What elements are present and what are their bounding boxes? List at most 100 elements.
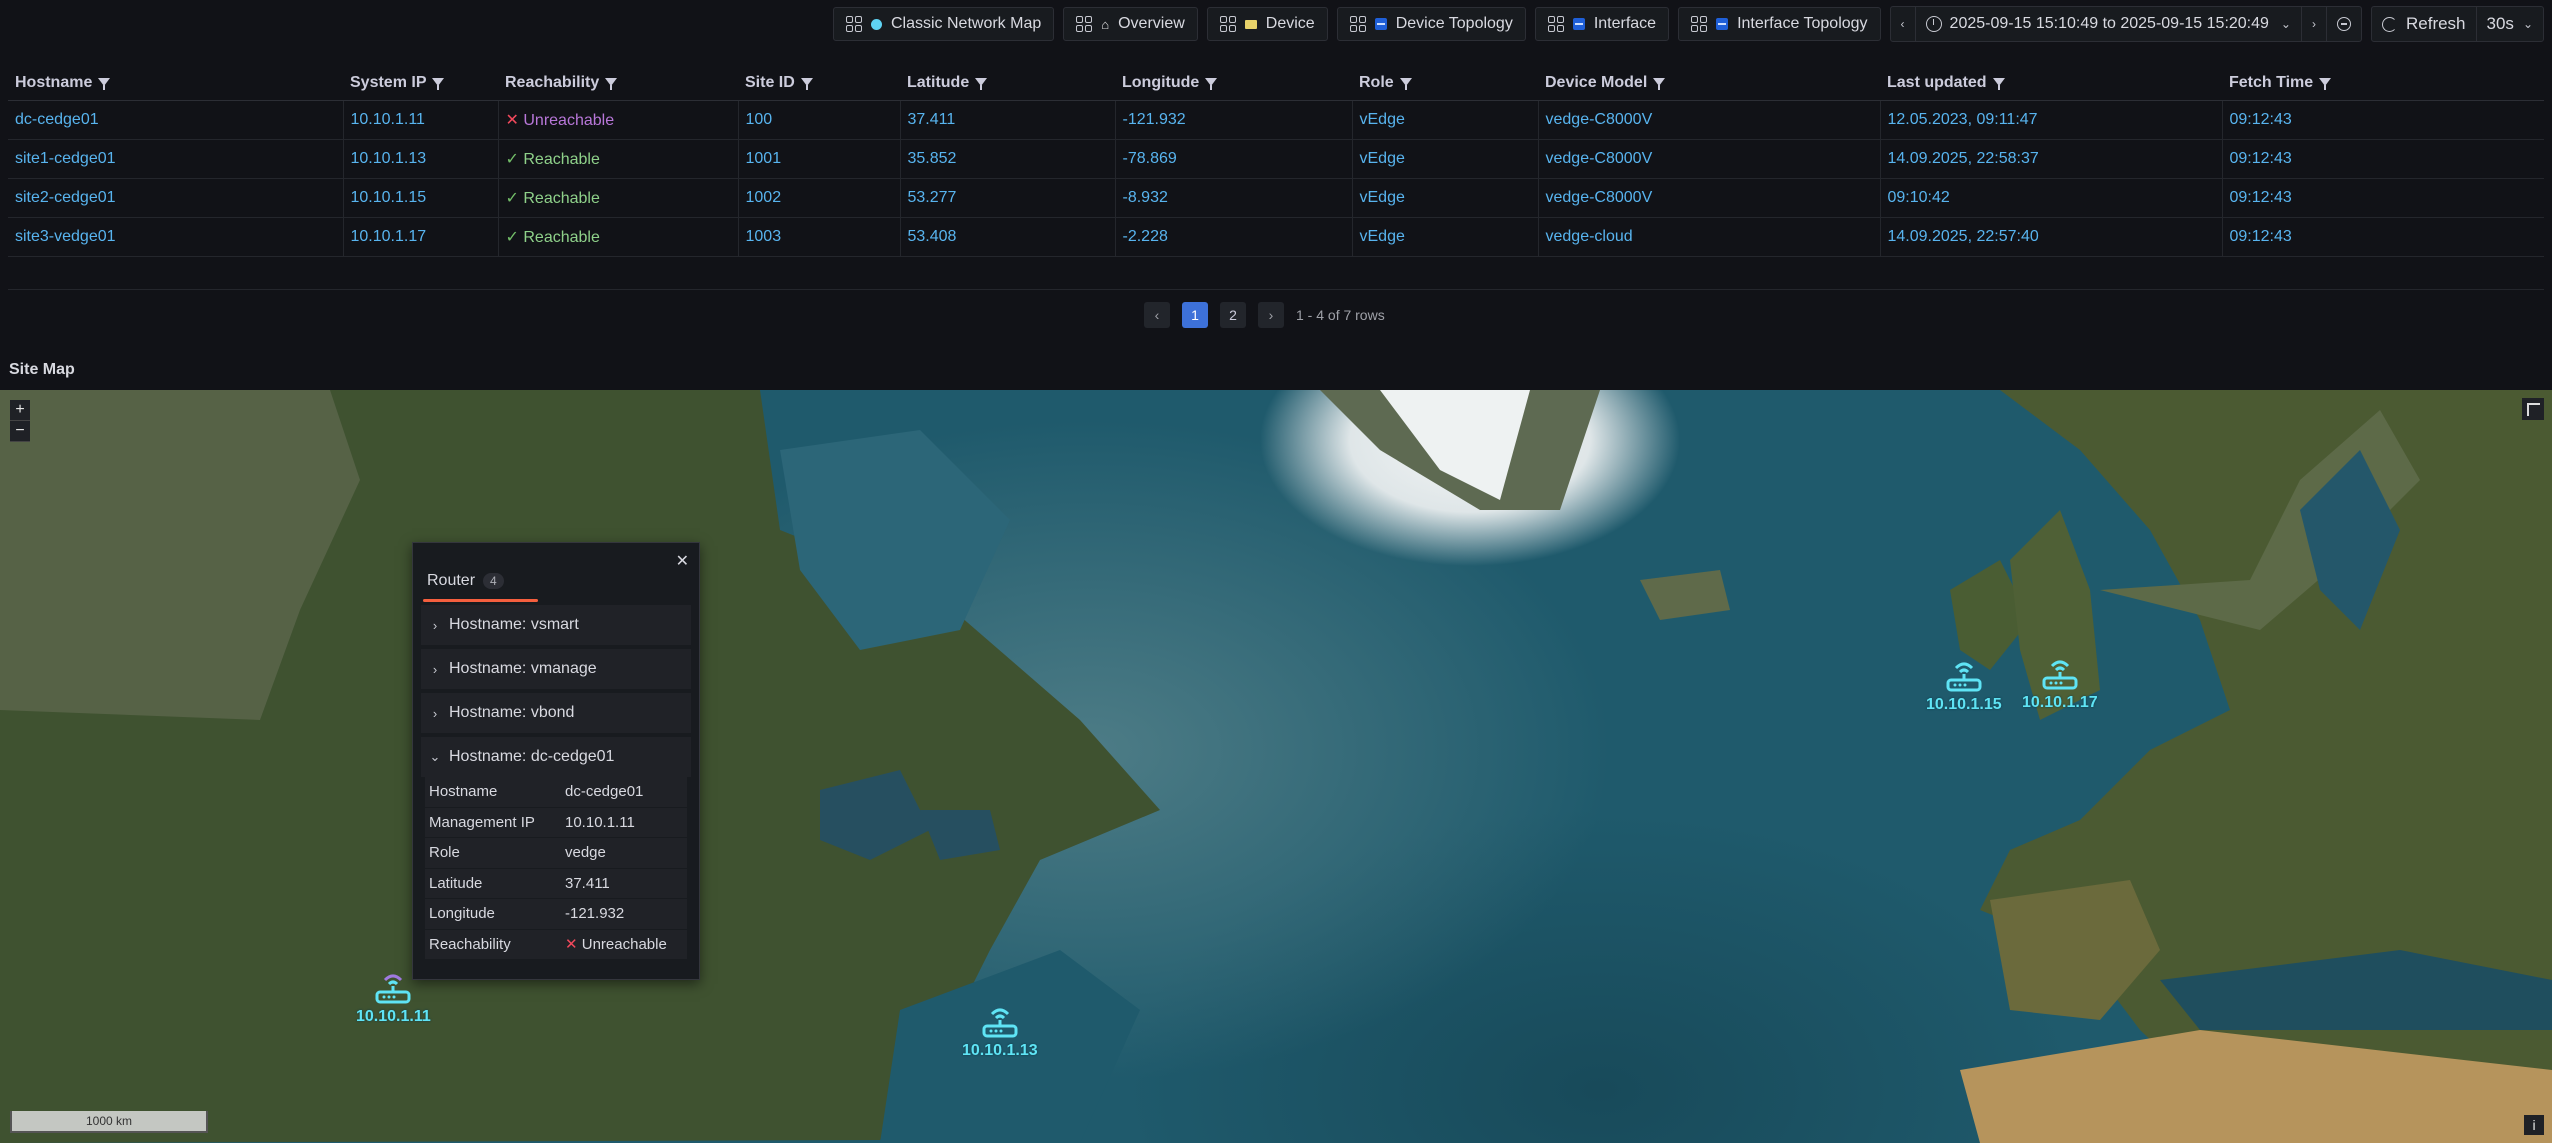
- column-header-reachability[interactable]: Reachability: [498, 66, 738, 101]
- accordion-label: Hostname: vmanage: [449, 660, 597, 677]
- accordion-item-dc-cedge01[interactable]: ⌄ Hostname: dc-cedge01: [421, 737, 691, 778]
- cell-last-updated[interactable]: 14.09.2025, 22:58:37: [1879, 139, 2222, 179]
- cell-latitude[interactable]: 37.411: [899, 100, 1115, 140]
- cell-longitude[interactable]: -8.932: [1114, 178, 1352, 218]
- cell-system-ip[interactable]: 10.10.1.15: [342, 178, 498, 218]
- link-device-topology[interactable]: Device Topology: [1336, 7, 1526, 41]
- page-button-1[interactable]: 1: [1182, 302, 1208, 328]
- info-icon[interactable]: i: [2524, 1115, 2544, 1135]
- filter-icon[interactable]: [605, 78, 618, 90]
- layers-icon[interactable]: [2522, 398, 2544, 420]
- router-marker[interactable]: 10.10.1.15: [1926, 652, 2002, 714]
- cell-hostname[interactable]: site1-cedge01: [8, 139, 343, 179]
- cell-fetch-time[interactable]: 09:12:43: [2221, 217, 2544, 257]
- filter-icon[interactable]: [432, 78, 445, 90]
- cell-latitude[interactable]: 53.277: [899, 178, 1115, 218]
- reachability-label: Unreachable: [523, 112, 615, 129]
- cell-latitude[interactable]: 53.408: [899, 217, 1115, 257]
- cell-latitude[interactable]: 35.852: [899, 139, 1115, 179]
- cell-site-id[interactable]: 100: [737, 100, 900, 140]
- check-icon: ✓: [505, 229, 524, 246]
- refresh-interval-select[interactable]: 30s ⌄: [2475, 7, 2543, 41]
- link-classic-network-map[interactable]: Classic Network Map: [832, 7, 1055, 41]
- x-icon: ✕: [505, 112, 524, 129]
- close-icon[interactable]: ✕: [676, 551, 689, 571]
- detail-row: Latitude 37.411: [425, 868, 687, 899]
- refresh-icon: [2381, 16, 2397, 32]
- check-icon: ✓: [505, 151, 524, 168]
- map-zoom-controls: + −: [10, 400, 30, 442]
- cell-system-ip[interactable]: 10.10.1.13: [342, 139, 498, 179]
- zoom-out-time-button[interactable]: [2325, 7, 2361, 41]
- cell-device-model[interactable]: vedge-C8000V: [1537, 100, 1880, 140]
- cell-fetch-time[interactable]: 09:12:43: [2221, 178, 2544, 218]
- cell-longitude[interactable]: -121.932: [1114, 100, 1352, 140]
- filter-icon[interactable]: [1992, 78, 2005, 90]
- filter-icon[interactable]: [800, 78, 813, 90]
- filter-icon[interactable]: [1205, 78, 1218, 90]
- link-device[interactable]: Device: [1206, 7, 1328, 41]
- column-header-role[interactable]: Role: [1352, 66, 1538, 101]
- site-map[interactable]: + − 1000 km i 10.10.1.15 10.10.1.17 10.1…: [0, 390, 2552, 1143]
- cell-hostname[interactable]: site3-vedge01: [8, 217, 343, 257]
- column-header-latitude[interactable]: Latitude: [900, 66, 1115, 101]
- column-header-last-updated[interactable]: Last updated: [1880, 66, 2222, 101]
- filter-icon[interactable]: [1653, 78, 1666, 90]
- cell-last-updated[interactable]: 12.05.2023, 09:11:47: [1879, 100, 2222, 140]
- cell-fetch-time[interactable]: 09:12:43: [2221, 139, 2544, 179]
- house-icon: ⌂: [1101, 16, 1110, 32]
- zoom-in-button[interactable]: +: [10, 400, 30, 421]
- cell-device-model[interactable]: vedge-C8000V: [1537, 178, 1880, 218]
- accordion-item-vbond[interactable]: › Hostname: vbond: [421, 693, 691, 734]
- router-marker[interactable]: 10.10.1.13: [962, 998, 1038, 1060]
- column-header-hostname[interactable]: Hostname: [8, 66, 343, 101]
- popup-tab-router[interactable]: Router 4: [427, 565, 504, 597]
- time-range-button[interactable]: 2025-09-15 15:10:49 to 2025-09-15 15:20:…: [1914, 7, 2301, 41]
- link-overview[interactable]: ⌂ Overview: [1063, 7, 1198, 41]
- map-background: [0, 390, 2552, 1143]
- cell-site-id[interactable]: 1002: [737, 178, 900, 218]
- cell-site-id[interactable]: 1003: [737, 217, 900, 257]
- table-row: site2-cedge01 10.10.1.15 ✓ Reachable 100…: [8, 178, 2544, 218]
- cell-system-ip[interactable]: 10.10.1.17: [342, 217, 498, 257]
- topology-icon: [1374, 18, 1387, 30]
- link-interface-topology[interactable]: Interface Topology: [1678, 7, 1881, 41]
- filter-icon[interactable]: [975, 78, 988, 90]
- cell-system-ip[interactable]: 10.10.1.11: [342, 100, 498, 140]
- cell-device-model[interactable]: vedge-cloud: [1537, 217, 1880, 257]
- cell-last-updated[interactable]: 14.09.2025, 22:57:40: [1879, 217, 2222, 257]
- device-icon: [1244, 19, 1257, 29]
- cell-longitude[interactable]: -2.228: [1114, 217, 1352, 257]
- prev-page-button[interactable]: ‹: [1144, 302, 1170, 328]
- next-page-button[interactable]: ›: [1258, 302, 1284, 328]
- cell-role[interactable]: vEdge: [1351, 139, 1538, 179]
- cell-role[interactable]: vEdge: [1351, 100, 1538, 140]
- cell-last-updated[interactable]: 09:10:42: [1879, 178, 2222, 218]
- refresh-button[interactable]: Refresh: [2372, 7, 2476, 41]
- column-header-longitude[interactable]: Longitude: [1115, 66, 1352, 101]
- time-back-button[interactable]: ‹: [1891, 7, 1915, 41]
- accordion-item-vsmart[interactable]: › Hostname: vsmart: [421, 605, 691, 646]
- router-marker[interactable]: 10.10.1.17: [2022, 650, 2098, 712]
- filter-icon[interactable]: [98, 78, 111, 90]
- cell-hostname[interactable]: site2-cedge01: [8, 178, 343, 218]
- page-button-2[interactable]: 2: [1220, 302, 1246, 328]
- cell-fetch-time[interactable]: 09:12:43: [2221, 100, 2544, 140]
- cell-site-id[interactable]: 1001: [737, 139, 900, 179]
- cell-longitude[interactable]: -78.869: [1114, 139, 1352, 179]
- map-scale-bar: 1000 km: [10, 1111, 208, 1133]
- cell-role[interactable]: vEdge: [1351, 217, 1538, 257]
- zoom-out-button[interactable]: −: [10, 421, 30, 442]
- column-header-site-id[interactable]: Site ID: [738, 66, 900, 101]
- filter-icon[interactable]: [2319, 78, 2332, 90]
- filter-icon[interactable]: [1399, 78, 1412, 90]
- cell-hostname[interactable]: dc-cedge01: [8, 100, 343, 140]
- link-interface[interactable]: Interface: [1534, 7, 1670, 41]
- time-forward-button[interactable]: ›: [2300, 7, 2326, 41]
- column-header-system-ip[interactable]: System IP: [343, 66, 498, 101]
- accordion-item-vmanage[interactable]: › Hostname: vmanage: [421, 649, 691, 690]
- cell-role[interactable]: vEdge: [1351, 178, 1538, 218]
- column-header-fetch-time[interactable]: Fetch Time: [2222, 66, 2544, 101]
- cell-device-model[interactable]: vedge-C8000V: [1537, 139, 1880, 179]
- column-header-device-model[interactable]: Device Model: [1538, 66, 1880, 101]
